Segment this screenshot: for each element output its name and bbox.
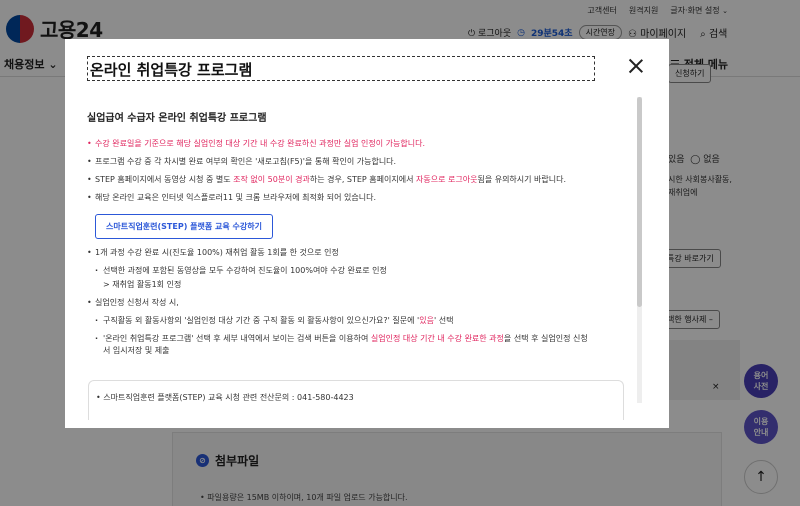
notice-bullet-1: 수강 완료일을 기준으로 해당 실업인정 대상 기간 내 수강 완료하신 과정만… <box>87 138 635 150</box>
sub-bullet-6-1: 구직활동 외 활동사항의 '실업인정 대상 기간 중 구직 활동 외 활동사항이… <box>87 315 635 327</box>
notice-bullet-6: 실업인정 신청서 작성 시, <box>87 297 635 309</box>
modal-title: 온라인 취업특강 프로그램 <box>87 56 595 81</box>
close-icon[interactable] <box>627 57 645 75</box>
notice-bullet-5: 1개 과정 수강 완료 시(진도율 100%) 재취업 활동 1회를 한 것으로… <box>87 247 635 259</box>
notice-bullet-3: STEP 홈페이지에서 동영상 시청 중 별도 조작 없이 50분이 경과하는 … <box>87 174 635 186</box>
step-platform-button[interactable]: 스마트직업훈련(STEP) 플랫폼 교육 수강하기 <box>95 214 273 239</box>
section-title: 실업급여 수급자 온라인 취업특강 프로그램 <box>87 113 267 124</box>
notice-bullet-2: 프로그램 수강 중 각 차시별 완료 여부의 확인은 '새로고침(F5)'을 통… <box>87 156 635 168</box>
modal-body: 실업급여 수급자 온라인 취업특강 프로그램 수강 완료일을 기준으로 해당 실… <box>87 97 635 403</box>
sub-bullet-6-2: '온라인 취업특강 프로그램' 선택 후 세부 내역에서 보이는 검색 버튼을 … <box>87 333 635 357</box>
online-lecture-modal: 온라인 취업특강 프로그램 실업급여 수급자 온라인 취업특강 프로그램 수강 … <box>65 39 669 428</box>
sub-bullet-5-1: 선택한 과정에 포함된 동영상을 모두 수강하여 진도율이 100%여야 수강 … <box>87 265 635 277</box>
sub-bullet-5-2: > 재취업 활동1회 인정 <box>103 280 182 289</box>
contact-info: • 스마트직업훈련 플랫폼(STEP) 교육 시청 관련 전산문의 : 041-… <box>96 393 354 402</box>
scrollbar-thumb[interactable] <box>637 97 642 307</box>
modal-scrollbar[interactable] <box>637 97 642 403</box>
notice-bullet-4: 해당 온라인 교육은 인터넷 익스플로러11 및 크롬 브라우저에 최적화 되어… <box>87 192 635 204</box>
